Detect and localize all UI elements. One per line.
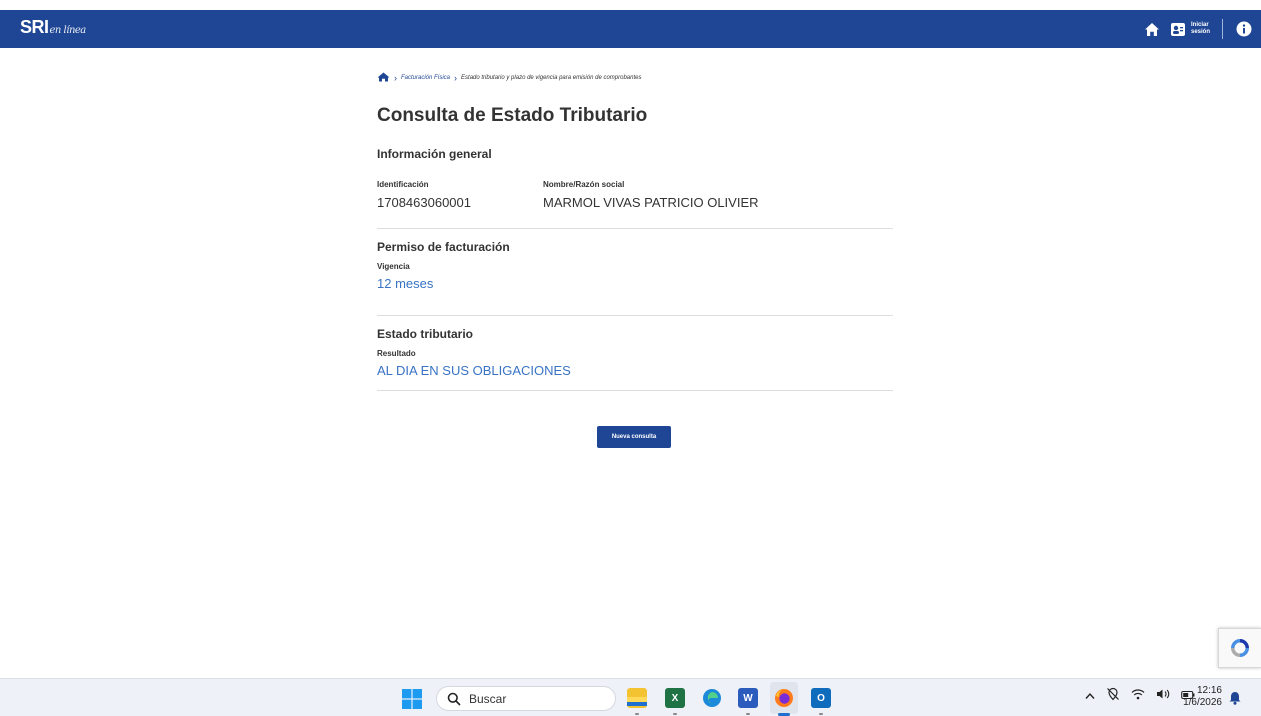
recaptcha-badge[interactable] [1218,628,1261,668]
word-icon[interactable]: W [738,688,758,708]
windows-start-icon[interactable] [402,689,422,709]
outlook-icon[interactable]: O [811,688,831,708]
login-line2: sesión [1190,29,1210,35]
identificacion-label: Identificación [377,180,429,189]
notification-bell-icon[interactable] [1228,691,1242,710]
section-permiso-facturacion: Permiso de facturación [377,240,510,254]
windows-taskbar: Buscar X W O 12:16 1/6/2026 [0,678,1261,716]
breadcrumb-home-icon[interactable] [377,72,390,84]
running-indicator [746,713,750,715]
firefox-icon[interactable] [774,688,794,708]
location-off-icon[interactable] [1106,687,1120,704]
breadcrumb-current: Estado tributario y plazo de vigencia pa… [461,75,642,81]
breadcrumb: › Facturación Física › Estado tributario… [377,72,641,84]
taskbar-clock[interactable]: 12:16 1/6/2026 [1180,685,1222,709]
vigencia-label: Vigencia [377,262,410,271]
home-icon[interactable] [1143,20,1161,38]
search-placeholder: Buscar [469,691,507,706]
running-indicator [635,713,639,715]
section-informacion-general: Información general [377,147,492,161]
identificacion-value: 1708463060001 [377,195,471,210]
clock-time: 12:16 [1196,685,1222,696]
login-button[interactable]: Iniciar sesión [1169,20,1210,38]
razon-social-label: Nombre/Razón social [543,180,625,189]
divider [377,390,893,391]
sri-logo[interactable]: SRIen línea [20,17,86,38]
breadcrumb-facturacion-fisica[interactable]: Facturación Física [401,75,450,81]
recaptcha-icon [1231,639,1249,657]
divider [377,315,893,316]
nueva-consulta-button[interactable]: Nueva consulta [597,426,671,448]
info-icon[interactable] [1235,20,1253,38]
page-title: Consulta de Estado Tributario [377,105,648,126]
section-estado-tributario: Estado tributario [377,327,474,341]
wifi-icon[interactable] [1131,688,1145,703]
top-strip [0,0,1261,10]
edge-icon[interactable] [702,688,722,708]
user-card-icon [1169,20,1187,38]
login-line1: Iniciar [1190,22,1209,28]
file-explorer-icon[interactable] [627,688,647,708]
taskbar-search[interactable]: Buscar [436,686,616,711]
chevron-up-icon[interactable] [1085,689,1095,703]
clock-date: 1/6/2026 [1183,697,1222,708]
razon-social-value: MARMOL VIVAS PATRICIO OLIVIER [543,195,759,210]
navbar-divider [1222,19,1223,39]
brand-sub: en línea [49,25,87,36]
running-indicator [819,713,823,715]
chevron-right-icon: › [394,73,397,83]
divider [377,228,893,229]
volume-icon[interactable] [1156,688,1170,703]
chevron-right-icon: › [454,73,458,83]
navbar-actions: Iniciar sesión [1143,17,1253,41]
resultado-value: AL DIA EN SUS OBLIGACIONES [377,363,571,378]
brand-main: SRI [20,17,49,37]
running-indicator [673,713,677,715]
top-navbar: SRIen línea Iniciar sesión [0,10,1261,48]
vigencia-value: 12 meses [377,276,434,291]
excel-icon[interactable]: X [665,688,685,708]
resultado-label: Resultado [377,349,416,358]
system-tray [1085,687,1195,704]
search-icon [447,692,461,706]
